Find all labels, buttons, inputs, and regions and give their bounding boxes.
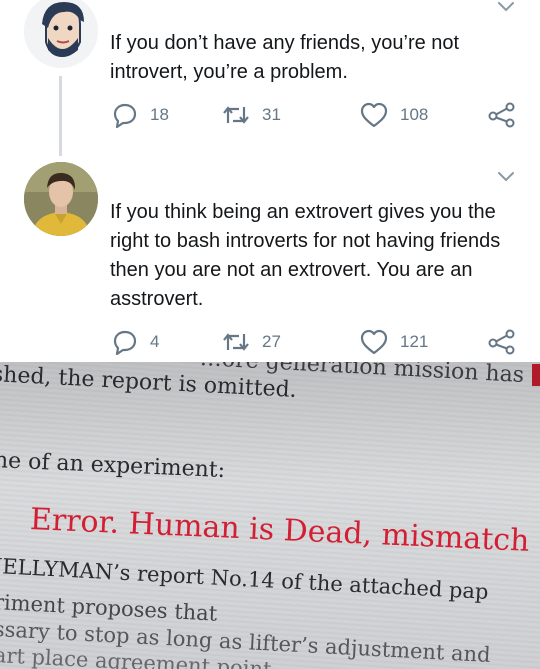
reply-icon [113, 103, 137, 128]
avatar[interactable] [24, 0, 98, 68]
like-button[interactable]: 108 [360, 100, 428, 130]
avatar[interactable] [24, 162, 98, 236]
share-icon [488, 102, 515, 128]
retweet-icon [223, 333, 249, 351]
reply-icon [113, 330, 137, 355]
tweet-thread: If you don’t have any friends, you’re no… [0, 0, 540, 362]
heart-icon [360, 329, 388, 355]
share-button[interactable] [488, 100, 528, 130]
cartoon-face-icon [24, 0, 98, 68]
heart-icon [360, 102, 388, 128]
tweet-text: If you don’t have any friends, you’re no… [110, 32, 460, 83]
retweet-button[interactable]: 31 [222, 100, 281, 130]
tweet: If you don’t have any friends, you’re no… [0, 0, 540, 170]
tweet-actions: 18 31 108 [108, 100, 520, 130]
retweet-button[interactable]: 27 [222, 327, 281, 357]
tweet-actions: 4 27 121 [108, 327, 520, 357]
red-mark [532, 364, 540, 386]
reply-button[interactable]: 18 [112, 100, 169, 130]
retweet-count: 27 [262, 332, 281, 351]
tweet: If you think being an extrovert gives yo… [0, 158, 540, 362]
retweet-icon [223, 106, 249, 124]
retweet-count: 31 [262, 105, 281, 124]
like-count: 108 [400, 105, 429, 124]
thread-connector [59, 76, 62, 156]
reply-button[interactable]: 4 [112, 327, 159, 357]
like-button[interactable]: 121 [360, 327, 428, 357]
share-icon [488, 329, 515, 355]
like-count: 121 [400, 332, 429, 351]
reply-count: 18 [150, 105, 169, 124]
reply-count: 4 [150, 332, 160, 351]
document-photo: …ore generation mission has shed, the re… [0, 362, 540, 669]
person-photo-icon [24, 162, 98, 236]
tweet-text: If you think being an extrovert gives yo… [110, 201, 501, 310]
chevron-down-icon[interactable] [496, 170, 516, 184]
chevron-down-icon[interactable] [496, 0, 516, 14]
share-button[interactable] [488, 327, 528, 357]
